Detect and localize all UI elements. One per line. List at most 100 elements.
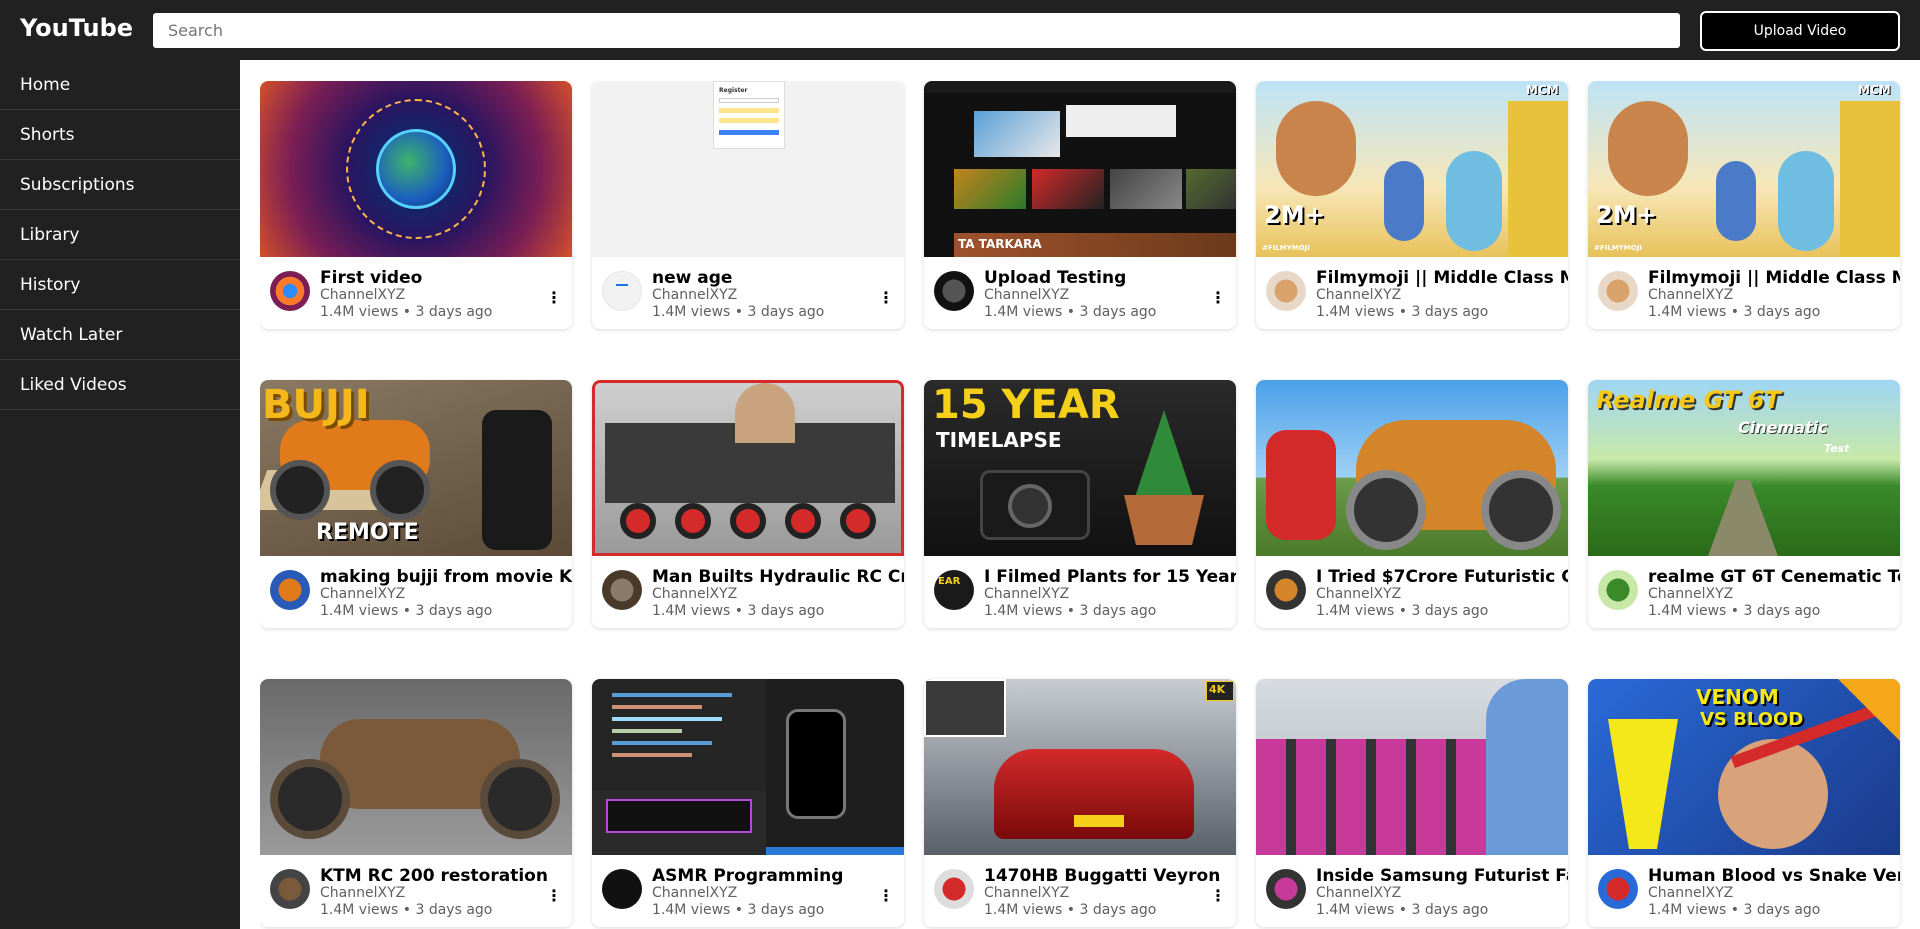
- video-card[interactable]: Realme GT 6T Cinematic Test realme GT 6T…: [1588, 380, 1900, 628]
- video-card[interactable]: BUJJI REMOTE making bujji from movie Kal…: [260, 380, 572, 628]
- video-title[interactable]: I Tried $7Crore Futuristic Car: [1316, 567, 1568, 587]
- sidebar-item-liked-videos[interactable]: Liked Videos: [0, 360, 240, 410]
- channel-name[interactable]: ChannelXYZ: [1316, 586, 1401, 602]
- video-card[interactable]: 2M+ MCM #FILMYMOJI Filmymoji || Middle C…: [1256, 81, 1568, 329]
- video-title[interactable]: I Filmed Plants for 15 Years: [984, 567, 1236, 587]
- channel-name[interactable]: ChannelXYZ: [1648, 885, 1733, 901]
- more-vert-icon[interactable]: ⋮: [545, 286, 563, 310]
- more-vert-icon[interactable]: ⋮: [545, 884, 563, 908]
- video-title[interactable]: Human Blood vs Snake Venom: [1648, 866, 1900, 886]
- sidebar-item-history[interactable]: History: [0, 260, 240, 310]
- channel-name[interactable]: ChannelXYZ: [652, 885, 737, 901]
- channel-name[interactable]: ChannelXYZ: [984, 287, 1069, 303]
- video-thumbnail[interactable]: [592, 679, 904, 855]
- more-vert-icon[interactable]: ⋮: [1209, 884, 1227, 908]
- video-card[interactable]: VENOM VS BLOOD Human Blood vs Snake Veno…: [1588, 679, 1900, 927]
- video-card[interactable]: Inside Samsung Futurist Factory ChannelX…: [1256, 679, 1568, 927]
- channel-avatar[interactable]: [602, 271, 642, 311]
- thumb-badge: MCM: [1526, 83, 1559, 97]
- video-card[interactable]: Man Builts Hydraulic RC Crane ChannelXYZ…: [592, 380, 904, 628]
- channel-avatar[interactable]: [270, 869, 310, 909]
- thumb-badge: MCM: [1858, 83, 1891, 97]
- video-card[interactable]: 4K 1470HB Buggatti Veyron ChannelXYZ 1.4…: [924, 679, 1236, 927]
- video-title[interactable]: Upload Testing: [984, 268, 1236, 288]
- video-card[interactable]: I Tried $7Crore Futuristic Car ChannelXY…: [1256, 380, 1568, 628]
- channel-name[interactable]: ChannelXYZ: [652, 287, 737, 303]
- video-title[interactable]: making bujji from movie Kalki: [320, 567, 572, 587]
- channel-name[interactable]: ChannelXYZ: [1316, 287, 1401, 303]
- search-input[interactable]: [153, 13, 1680, 48]
- video-title[interactable]: Filmymoji || Middle Class Madhu: [1316, 268, 1568, 288]
- video-card[interactable]: ASMR Programming ChannelXYZ 1.4M views •…: [592, 679, 904, 927]
- channel-avatar[interactable]: [1598, 869, 1638, 909]
- video-card[interactable]: TA TARKARA Upload Testing ChannelXYZ 1.4…: [924, 81, 1236, 329]
- video-title[interactable]: Filmymoji || Middle Class Madhu: [1648, 268, 1900, 288]
- sidebar-item-watch-later[interactable]: Watch Later: [0, 310, 240, 360]
- video-thumbnail[interactable]: BUJJI REMOTE: [260, 380, 572, 556]
- video-card[interactable]: 15 YEAR TIMELAPSE EAR I Filmed Plants fo…: [924, 380, 1236, 628]
- video-card[interactable]: Register new age ChannelXYZ 1.4M views •…: [592, 81, 904, 329]
- more-vert-icon[interactable]: ⋮: [877, 884, 895, 908]
- thumb-caption: Register: [719, 87, 748, 94]
- video-title[interactable]: Inside Samsung Futurist Factory: [1316, 866, 1568, 886]
- channel-avatar[interactable]: [270, 271, 310, 311]
- more-vert-icon[interactable]: ⋮: [877, 286, 895, 310]
- upload-video-button[interactable]: Upload Video: [1700, 11, 1900, 51]
- channel-name[interactable]: ChannelXYZ: [984, 885, 1069, 901]
- channel-avatar[interactable]: [602, 570, 642, 610]
- video-thumbnail[interactable]: [1256, 679, 1568, 855]
- video-meta: 1.4M views • 3 days ago: [320, 902, 493, 918]
- video-title[interactable]: new age: [652, 268, 904, 288]
- video-thumbnail[interactable]: TA TARKARA: [924, 81, 1236, 257]
- video-thumbnail[interactable]: [1256, 380, 1568, 556]
- video-meta: 1.4M views • 3 days ago: [1316, 902, 1489, 918]
- video-thumbnail[interactable]: VENOM VS BLOOD: [1588, 679, 1900, 855]
- video-title[interactable]: First video: [320, 268, 572, 288]
- video-card[interactable]: First video ChannelXYZ 1.4M views • 3 da…: [260, 81, 572, 329]
- video-title[interactable]: 1470HB Buggatti Veyron: [984, 866, 1236, 886]
- video-thumbnail[interactable]: 2M+ MCM #FILMYMOJI: [1256, 81, 1568, 257]
- video-thumbnail[interactable]: 2M+ MCM #FILMYMOJI: [1588, 81, 1900, 257]
- channel-name[interactable]: ChannelXYZ: [984, 586, 1069, 602]
- channel-avatar[interactable]: [602, 869, 642, 909]
- channel-name[interactable]: ChannelXYZ: [320, 287, 405, 303]
- sidebar-item-home[interactable]: Home: [0, 60, 240, 110]
- video-title[interactable]: realme GT 6T Cenematic Test: [1648, 567, 1900, 587]
- channel-avatar[interactable]: [1266, 570, 1306, 610]
- sidebar-item-library[interactable]: Library: [0, 210, 240, 260]
- channel-avatar[interactable]: [1598, 271, 1638, 311]
- channel-name[interactable]: ChannelXYZ: [1648, 586, 1733, 602]
- video-thumbnail[interactable]: [260, 81, 572, 257]
- video-card[interactable]: KTM RC 200 restoration ChannelXYZ 1.4M v…: [260, 679, 572, 927]
- video-thumbnail[interactable]: [592, 380, 904, 556]
- youtube-logo[interactable]: YouTube: [20, 14, 133, 42]
- channel-name[interactable]: ChannelXYZ: [1316, 885, 1401, 901]
- channel-name[interactable]: ChannelXYZ: [320, 885, 405, 901]
- channel-name[interactable]: ChannelXYZ: [320, 586, 405, 602]
- channel-name[interactable]: ChannelXYZ: [652, 586, 737, 602]
- video-thumbnail[interactable]: Realme GT 6T Cinematic Test: [1588, 380, 1900, 556]
- channel-avatar[interactable]: [270, 570, 310, 610]
- channel-avatar[interactable]: [1266, 869, 1306, 909]
- channel-avatar[interactable]: EAR: [934, 570, 974, 610]
- video-thumbnail[interactable]: 4K: [924, 679, 1236, 855]
- video-card[interactable]: 2M+ MCM #FILMYMOJI Filmymoji || Middle C…: [1588, 81, 1900, 329]
- video-title[interactable]: ASMR Programming: [652, 866, 904, 886]
- thumb-caption: TA TARKARA: [958, 237, 1042, 251]
- sidebar-item-subscriptions[interactable]: Subscriptions: [0, 160, 240, 210]
- channel-avatar[interactable]: [934, 869, 974, 909]
- video-title[interactable]: KTM RC 200 restoration: [320, 866, 572, 886]
- channel-avatar[interactable]: [934, 271, 974, 311]
- video-thumbnail[interactable]: [260, 679, 572, 855]
- video-title[interactable]: Man Builts Hydraulic RC Crane: [652, 567, 904, 587]
- more-vert-icon[interactable]: ⋮: [1209, 286, 1227, 310]
- sidebar-item-shorts[interactable]: Shorts: [0, 110, 240, 160]
- video-thumbnail[interactable]: 15 YEAR TIMELAPSE: [924, 380, 1236, 556]
- channel-name[interactable]: ChannelXYZ: [1648, 287, 1733, 303]
- channel-avatar[interactable]: [1266, 271, 1306, 311]
- video-thumbnail[interactable]: Register: [592, 81, 904, 257]
- channel-avatar[interactable]: [1598, 570, 1638, 610]
- video-meta: 1.4M views • 3 days ago: [652, 603, 825, 619]
- video-meta: 1.4M views • 3 days ago: [984, 304, 1157, 320]
- video-meta: 1.4M views • 3 days ago: [1648, 603, 1821, 619]
